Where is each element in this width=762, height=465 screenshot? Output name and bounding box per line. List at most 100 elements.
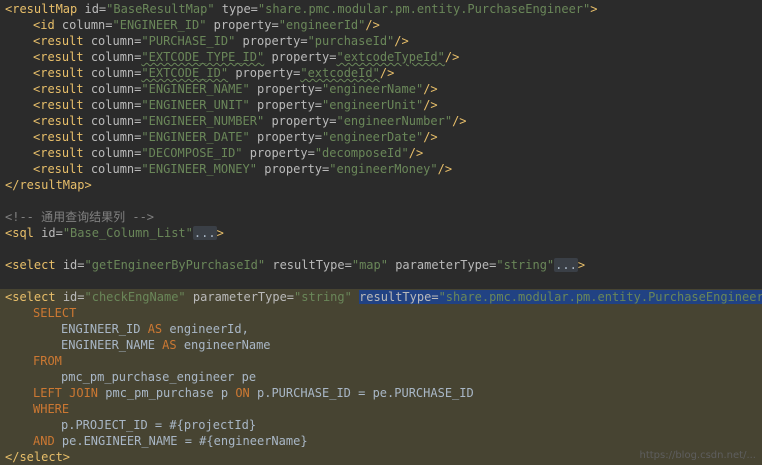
attr-value: "Base_Column_List" [62, 226, 193, 240]
attr-value: "ENGINEER_NAME" [141, 82, 250, 96]
tag-open: <id [33, 18, 55, 32]
sql-text: engineerId, [162, 322, 249, 336]
code-line-14: <!-- 通用查询结果列 --> [0, 209, 762, 225]
attr-value: "decomposeId" [314, 146, 409, 160]
tag-close: > [577, 258, 586, 272]
attr-name: resultType= [272, 258, 352, 272]
code-line-7: <result column="ENGINEER_UNIT" property=… [0, 97, 762, 113]
code-line-6: <result column="ENGINEER_NAME" property=… [0, 81, 762, 97]
fold-placeholder[interactable]: ... [192, 226, 217, 240]
attr-name: column= [90, 146, 142, 160]
attr-name: column= [90, 66, 142, 80]
attr-name: column= [90, 114, 142, 128]
attr-name: property= [249, 146, 315, 160]
sql-text: pmc_pm_purchase p [98, 386, 236, 400]
code-line-22: ENGINEER_NAME AS engineerName [0, 337, 762, 353]
attr-value: "purchaseId" [307, 34, 395, 48]
code-line-10: <result column="DECOMPOSE_ID" property="… [0, 145, 762, 161]
tag-open: <result [33, 98, 84, 112]
tag-close: /> [452, 114, 467, 128]
code-line-20: SELECT [0, 305, 762, 321]
attr-name: id= [62, 290, 85, 304]
attr-name: column= [90, 34, 142, 48]
code-line-15: <sql id="Base_Column_List"...> [0, 225, 762, 241]
attr-name: property= [257, 98, 323, 112]
tag-close: </select> [5, 450, 71, 464]
tag-close: /> [394, 34, 409, 48]
attr-name: id= [62, 258, 85, 272]
tag-open: <select [5, 258, 56, 272]
tag-close: > [216, 226, 224, 240]
code-line-5: <result column="EXTCODE_ID" property="ex… [0, 65, 762, 81]
tag-close: /> [423, 98, 438, 112]
code-line-2: <id column="ENGINEER_ID" property="engin… [0, 17, 762, 33]
code-editor[interactable]: <resultMap id="BaseResultMap" type="shar… [0, 0, 762, 465]
code-area[interactable]: <resultMap id="BaseResultMap" type="shar… [0, 1, 762, 465]
attr-value: "PURCHASE_ID" [141, 34, 236, 48]
attr-name: id= [41, 226, 63, 240]
attr-value: "engineerDate" [322, 130, 424, 144]
attr-name: parameterType= [192, 290, 295, 304]
fold-placeholder[interactable]: ... [554, 258, 578, 272]
code-line-12: </resultMap> [0, 177, 762, 193]
sql-text: engineerName [176, 338, 271, 352]
sql-keyword: WHERE [33, 402, 70, 416]
tag-close: /> [437, 162, 453, 176]
tag-close: /> [444, 50, 460, 64]
code-line-17: <select id="getEngineerByPurchaseId" res… [0, 257, 762, 273]
sql-keyword: LEFT JOIN [33, 386, 99, 400]
attr-value: "engineerMoney" [329, 162, 438, 176]
tag-close: /> [408, 146, 424, 160]
watermark: https://blog.csdn.net/... [639, 450, 756, 461]
tag-open: <sql [5, 226, 34, 240]
sql-keyword: ON [235, 386, 250, 400]
tag-open: <result [33, 130, 84, 144]
code-line-4: <result column="EXTCODE_TYPE_ID" propert… [0, 49, 762, 65]
attr-name: column= [90, 162, 142, 176]
tag-open: <result [33, 162, 84, 176]
code-line-27: p.PROJECT_ID = #{projectId} [0, 417, 762, 433]
attr-value: "ENGINEER_MONEY" [141, 162, 257, 176]
sql-text: pmc_pm_purchase_engineer pe [61, 370, 257, 384]
tag-open: <result [33, 82, 84, 96]
attr-value: "share.pmc.modular.pm.entity.PurchaseEng… [257, 2, 591, 16]
attr-name: column= [90, 82, 142, 96]
tag-open: <resultMap [5, 2, 78, 16]
attr-name: id= [84, 2, 107, 16]
xml-comment: <!-- 通用查询结果列 --> [5, 210, 155, 224]
attr-value: "string" [496, 258, 555, 272]
tag-close: /> [423, 82, 438, 96]
attr-name: parameterType= [395, 258, 497, 272]
code-line-26: WHERE [0, 401, 762, 417]
attr-value: "extcodeId" [300, 66, 380, 80]
attr-value: "engineerNumber" [336, 114, 453, 128]
attr-value: "checkEngName" [84, 290, 186, 304]
sql-text: p.PURCHASE_ID = pe.PURCHASE_ID [249, 386, 474, 400]
code-line-21: ENGINEER_ID AS engineerId, [0, 321, 762, 337]
attr-value: "ENGINEER_ID" [112, 18, 207, 32]
attr-value: "extcodeTypeId" [336, 50, 445, 64]
sql-text: pe.ENGINEER_NAME = #{engineerName} [54, 434, 308, 448]
attr-value: "string" [294, 290, 352, 304]
code-line-25: LEFT JOIN pmc_pm_purchase p ON p.PURCHAS… [0, 385, 762, 401]
attr-value: "ENGINEER_UNIT" [141, 98, 250, 112]
attr-value: "map" [351, 258, 388, 272]
code-line-28: AND pe.ENGINEER_NAME = #{engineerName} [0, 433, 762, 449]
attr-value: "EXTCODE_ID" [141, 66, 229, 80]
attr-value: "engineerName" [322, 82, 424, 96]
attr-name: property= [235, 66, 301, 80]
attr-name: column= [61, 18, 113, 32]
tag-close: /> [379, 66, 395, 80]
attr-name: property= [271, 50, 337, 64]
code-line-23: FROM [0, 353, 762, 369]
code-line-11: <result column="ENGINEER_MONEY" property… [0, 161, 762, 177]
sql-keyword: AND [33, 434, 55, 448]
attr-name: property= [264, 162, 330, 176]
attr-value: "share.pmc.modular.pm.entity.PurchaseEng… [438, 290, 762, 304]
attr-value: "EXTCODE_TYPE_ID" [141, 50, 265, 64]
tag-open: <result [33, 34, 84, 48]
text-selection[interactable]: resultType="share.pmc.modular.pm.entity.… [359, 290, 762, 304]
sql-text: p.PROJECT_ID = #{projectId} [61, 418, 257, 432]
tag-close: /> [423, 130, 438, 144]
